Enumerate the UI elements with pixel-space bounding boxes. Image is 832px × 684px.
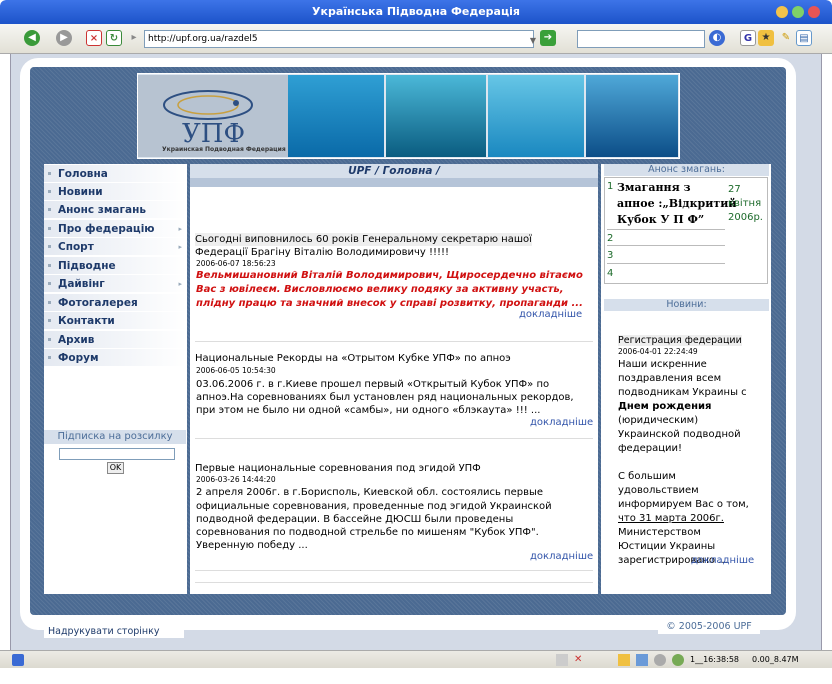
divider [195, 582, 593, 583]
search-input[interactable] [577, 30, 705, 48]
announce-row[interactable]: 3 [607, 247, 725, 264]
news-line: 2 апреля 2006г. в г.Борисполь, Киевской … [196, 487, 544, 498]
nav-item-archive[interactable]: Архив [44, 331, 186, 349]
music-icon[interactable] [672, 654, 684, 666]
forward-icon[interactable]: ▶ [56, 30, 72, 46]
status-info: 0.00_8.47M [752, 655, 799, 664]
nav-item-news[interactable]: Новини [44, 183, 186, 201]
diving-photo-1 [288, 75, 384, 157]
nav-item-gallery[interactable]: Фотогалерея [44, 294, 186, 312]
diving-photo-3 [488, 75, 584, 157]
back-icon[interactable]: ◀ [24, 30, 40, 46]
browser-window: Українська Підводна Федерація ◀ ▶ × ↻ ▸ … [0, 0, 832, 684]
news-line: соревнования по подводной стрельбе по ми… [196, 527, 539, 538]
url-input[interactable]: http://upf.org.ua/razdel5 [144, 30, 534, 48]
submenu-arrow-icon: ▸ [178, 225, 182, 233]
toolbar: ◀ ▶ × ↻ ▸ http://upf.org.ua/razdel5 ▼ ➔ … [0, 24, 832, 54]
document-icon[interactable]: ▤ [796, 30, 812, 46]
news-title[interactable]: Федерації Брагіну Віталію Володимировичу… [195, 246, 449, 259]
google-icon[interactable]: G [740, 30, 756, 46]
news-date: 2006-06-05 10:54:30 [196, 366, 276, 375]
maximize-button[interactable] [792, 6, 804, 18]
minimize-button[interactable] [776, 6, 788, 18]
news-title[interactable]: Национальные Рекорды на «Отрытом Кубке У… [195, 352, 511, 365]
announce-event-num: 1 [607, 181, 614, 192]
read-more-link[interactable]: докладніше [691, 555, 754, 566]
news-date: 2006-06-07 18:56:23 [196, 259, 276, 268]
nav-item-sport[interactable]: Спорт ▸ [44, 238, 186, 256]
bookmark-icon[interactable]: ★ [758, 30, 774, 46]
news-title[interactable]: Сьогодні виповнилось 60 років Генерально… [195, 233, 532, 246]
nav-item-forum[interactable]: Форум [44, 349, 186, 367]
calendar-icon[interactable] [636, 654, 648, 666]
announce-row[interactable]: 2 [607, 229, 725, 246]
folder-icon[interactable] [618, 654, 630, 666]
close-button[interactable] [808, 6, 820, 18]
news-line: при этом не было ни одной «самбы», ни од… [196, 405, 541, 416]
options-icon[interactable] [654, 654, 666, 666]
pencil-icon[interactable]: ✎ [778, 30, 794, 46]
copyright: © 2005-2006 UPF [658, 620, 760, 634]
nav-item-about[interactable]: Про федерацію ▸ [44, 220, 186, 238]
divider [195, 438, 593, 439]
go-icon[interactable]: ➔ [540, 30, 556, 46]
submenu-arrow-icon: ▸ [178, 243, 182, 251]
announce-title: Анонс змагань: [604, 164, 769, 176]
nav-item-announce[interactable]: Анонс змагань [44, 201, 186, 219]
title-bar: Українська Підводна Федерація [0, 0, 832, 24]
status-time: 1__16:38:58 [690, 655, 740, 664]
rnews-item-title[interactable]: Регистрация федерации [618, 335, 742, 346]
nav-item-diving[interactable]: Дайвінг ▸ [44, 275, 186, 293]
rnews-title: Новини: [604, 299, 769, 311]
news-line: Уверенную победу ... [196, 540, 308, 551]
diving-photo-2 [386, 75, 486, 157]
news-line: Вас з ювілеєм. Висловлюємо велику подяку… [196, 284, 564, 295]
stop-icon[interactable]: × [86, 30, 102, 46]
logo-text: УПФ [182, 119, 246, 149]
divider [195, 341, 593, 342]
subscribe-email-input[interactable] [59, 448, 175, 460]
divider [195, 570, 593, 571]
nav-item-spearfishing[interactable]: Підводне полювання [44, 257, 186, 290]
breadcrumb: UPF / Головна / [190, 164, 598, 178]
page-icon: ▸ [131, 32, 137, 43]
breadcrumb-divider [190, 178, 598, 187]
edit-icon[interactable] [556, 654, 568, 666]
news-title[interactable]: Первые национальные соревнования под эги… [195, 462, 481, 475]
announce-event-date: 27 квітня 2006р. [728, 184, 763, 223]
read-more-link[interactable]: докладніше [519, 309, 582, 320]
page-status-icon [12, 654, 24, 666]
news-line: официальные соревнования, проведенные по… [196, 501, 552, 512]
print-page-link[interactable]: Надрукувати сторінку [44, 626, 184, 638]
news-line: подводной федерации. В бассейне ДЮСШ был… [196, 514, 514, 525]
rnews-body: Наши искренние поздравления всем подводник… [618, 359, 749, 566]
read-more-link[interactable]: докладніше [530, 551, 593, 562]
upf-logo[interactable]: УПФ Украинская Подводная Федерация [138, 75, 288, 157]
announce-event-title[interactable]: Змагання з апное :„Відкритий Кубок У П Ф” [617, 180, 737, 228]
status-bar: ✕ 1__16:38:58 0.00_8.47M [0, 650, 832, 668]
url-dropdown-icon[interactable]: ▼ [528, 33, 538, 45]
news-date: 2006-03-26 14:44:20 [196, 475, 276, 484]
announce-row[interactable]: 4 [607, 265, 725, 282]
news-line: 03.06.2006 г. в г.Киеве прошел первый «О… [196, 379, 550, 390]
window-title: Українська Підводна Федерація [312, 5, 520, 18]
rnews-date: 2006-04-01 22:24:49 [618, 347, 698, 356]
news-line: апноэ.На соревнованиях был установлен ря… [196, 392, 574, 403]
read-more-link[interactable]: докладніше [530, 417, 593, 428]
subscribe-ok-button[interactable]: OK [107, 462, 124, 474]
reload-icon[interactable]: ↻ [106, 30, 122, 46]
submenu-arrow-icon: ▸ [178, 280, 182, 288]
news-line: Вельмишановний Віталій Володимирович, Щи… [196, 270, 583, 281]
diving-photo-4 [586, 75, 678, 157]
nav-item-home[interactable]: Головна [44, 165, 186, 183]
subscribe-title: Підписка на розсилку [44, 430, 186, 444]
block-icon[interactable]: ✕ [574, 654, 586, 666]
search-engine-icon[interactable]: ◐ [709, 30, 725, 46]
logo-subtext: Украинская Подводная Федерация [162, 146, 286, 153]
nav-item-contacts[interactable]: Контакти [44, 312, 186, 330]
bottom-margin [0, 668, 832, 684]
